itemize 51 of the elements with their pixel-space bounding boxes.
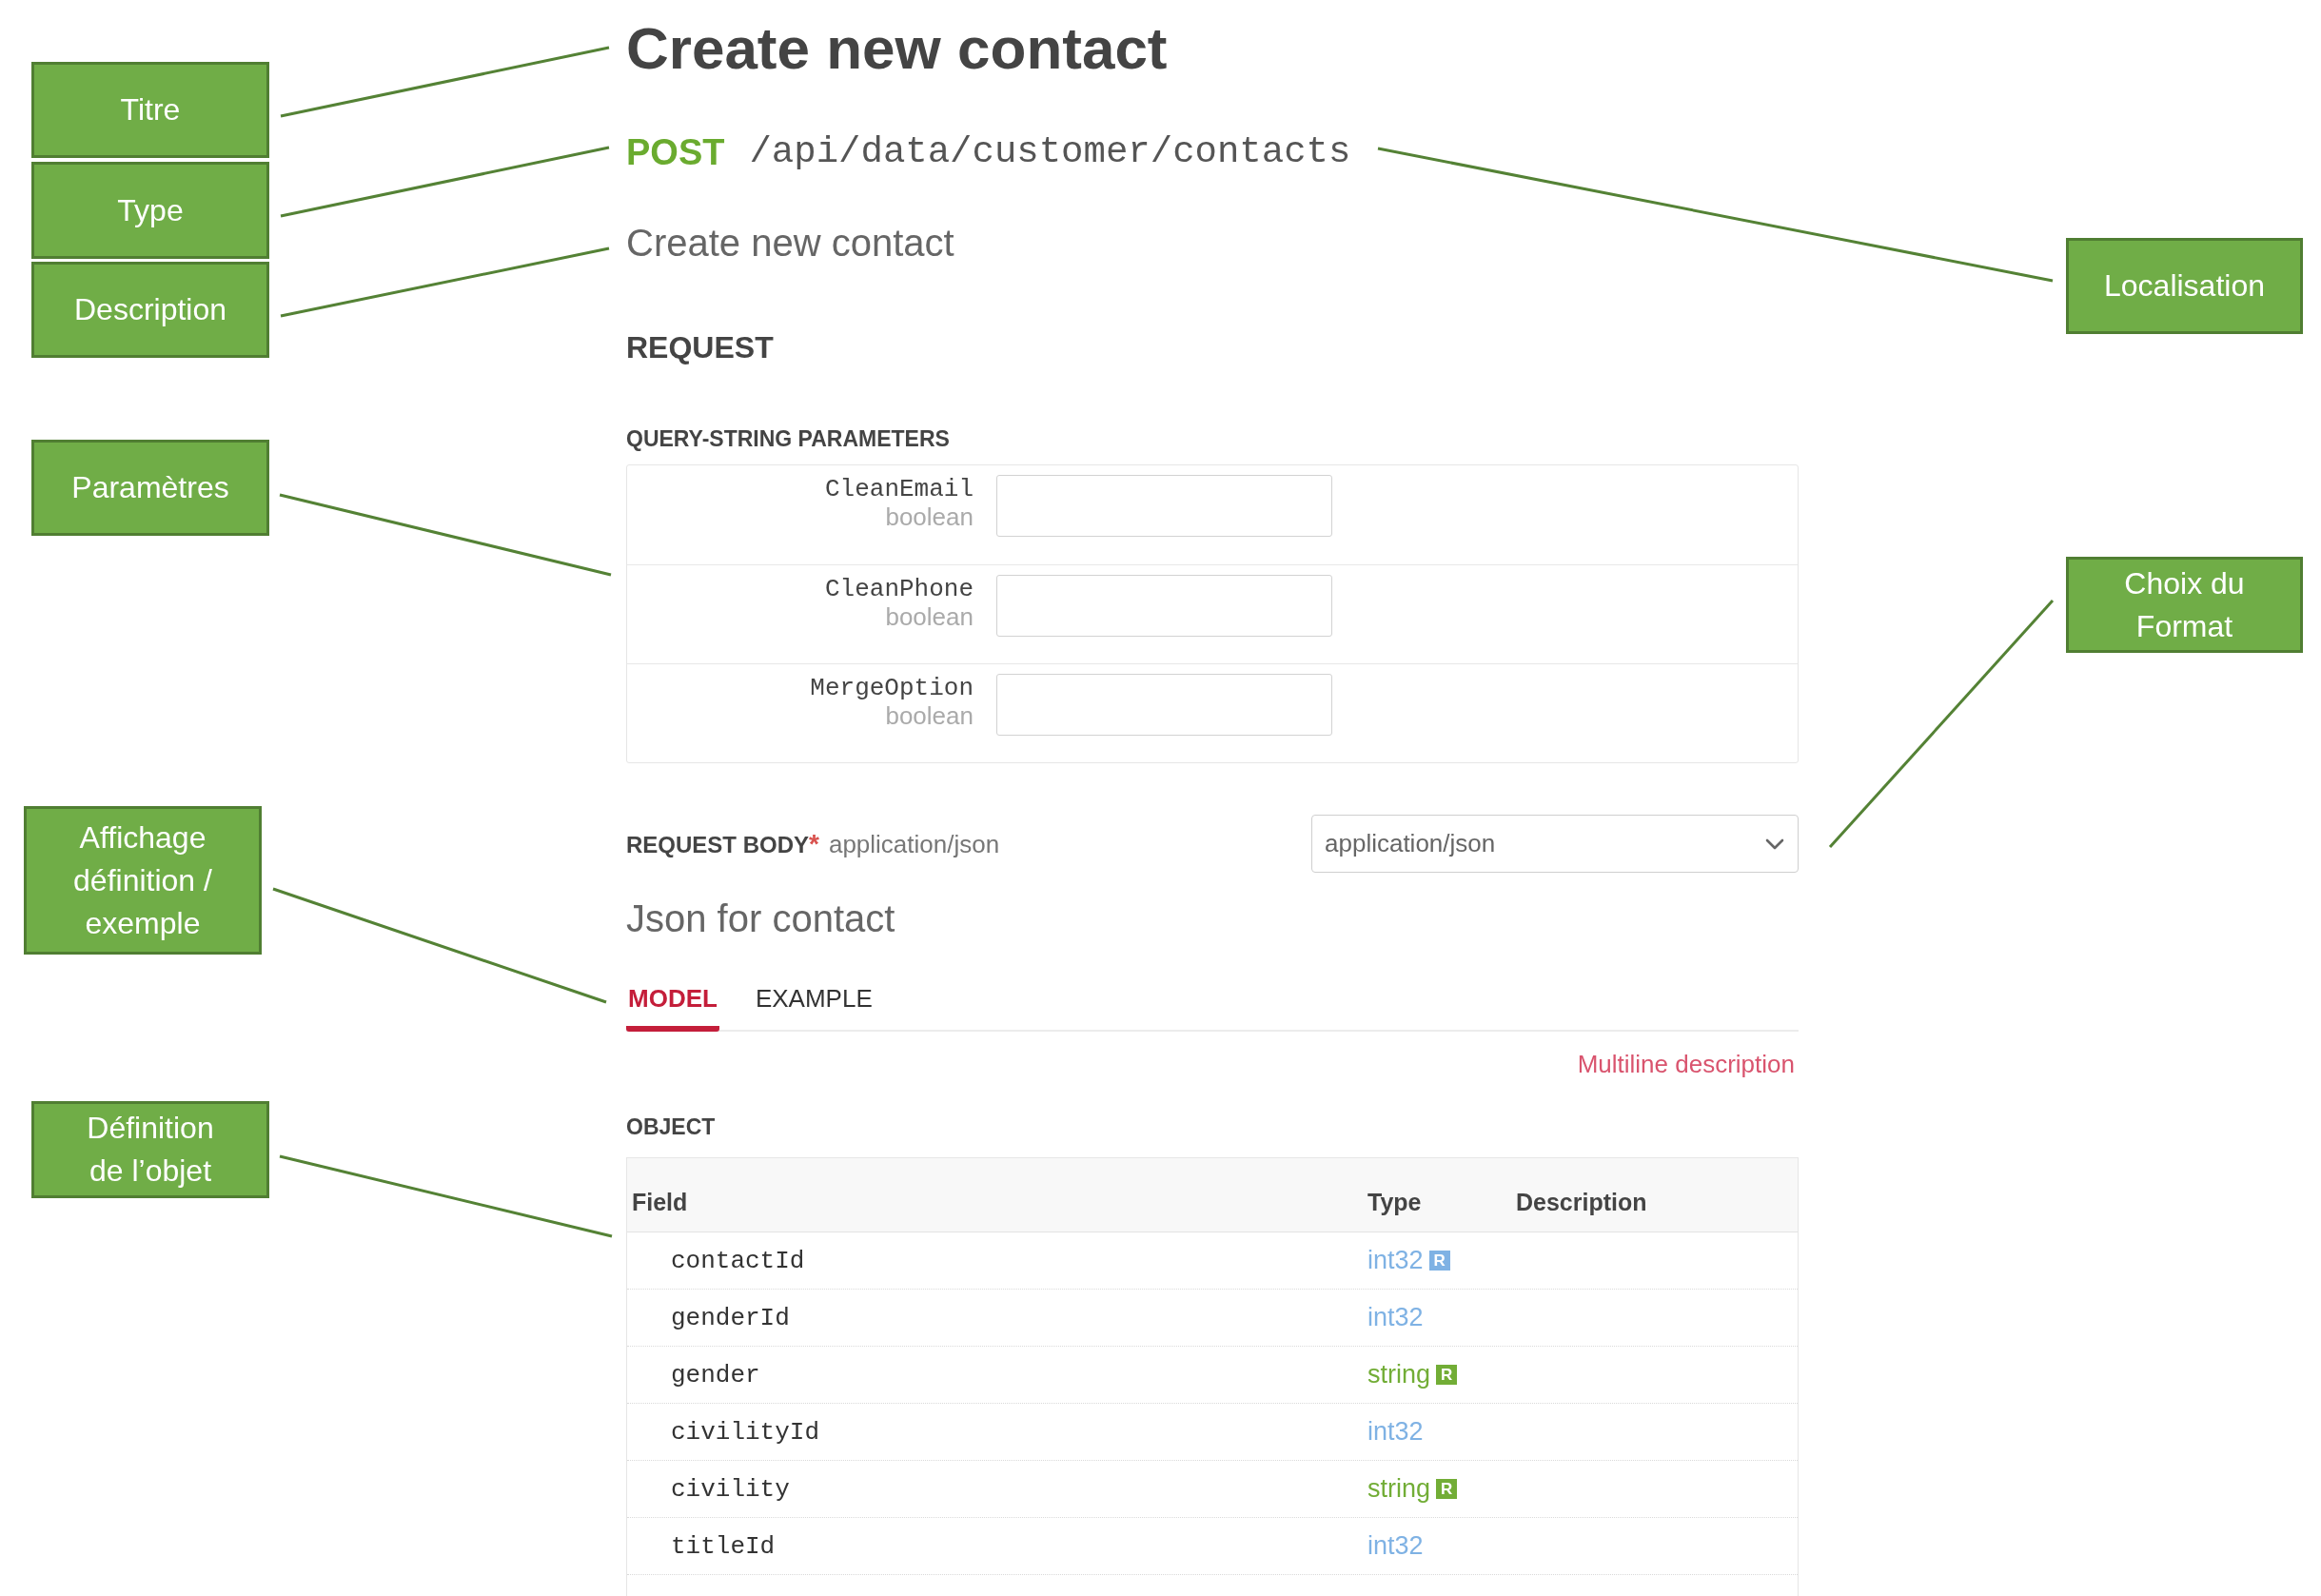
description-link[interactable]: Multiline description (1577, 1048, 1795, 1080)
table-cell: contactId (671, 1246, 805, 1275)
required-badge: R (1436, 1365, 1458, 1385)
param-input[interactable] (996, 575, 1332, 637)
endpoint-description: Create new contact (626, 221, 954, 266)
param-name: MergeOption (810, 674, 974, 702)
column-header: Description (1516, 1189, 1647, 1216)
annotation-callout: Type (31, 162, 269, 259)
endpoint-path: /api/data/customer/contacts (749, 130, 1351, 175)
section-heading: QUERY-STRING PARAMETERS (626, 425, 950, 453)
annotation-callout: Titre (31, 62, 269, 158)
format-select[interactable]: application/json (1311, 815, 1799, 873)
tab[interactable]: EXAMPLE (753, 983, 875, 1032)
table-cell: civility (671, 1474, 790, 1504)
annotation-callout: Choix du Format (2066, 557, 2303, 653)
param-type: boolean (885, 503, 974, 530)
content-type: application/json (828, 829, 1000, 859)
table-cell: gender (671, 1360, 760, 1389)
type-label: int32 (1367, 1303, 1424, 1332)
http-method: POST (626, 131, 725, 174)
column-header: Field (632, 1189, 688, 1216)
param-type: boolean (885, 702, 974, 729)
table-cell: civilityId (671, 1417, 820, 1447)
schema-title: Json for contact (626, 897, 895, 941)
param-input[interactable] (996, 674, 1332, 736)
type-label: int32 (1367, 1246, 1424, 1275)
annotation-callout: Affichage définition / exemple (24, 806, 262, 955)
required-badge: R (1428, 1251, 1450, 1271)
page-title: Create new contact (626, 14, 1168, 83)
column-header: Type (1367, 1189, 1422, 1216)
tab[interactable]: MODEL (626, 983, 719, 1032)
table-cell: titleId (671, 1531, 776, 1561)
type-label: int32 (1367, 1531, 1424, 1561)
table-cell: genderId (671, 1303, 790, 1332)
annotation-callout: Paramètres (31, 440, 269, 536)
param-input[interactable] (996, 475, 1332, 537)
required-asterisk: * (809, 828, 819, 859)
chevron-down-icon (1765, 837, 1784, 850)
body-label: REQUEST BODY (626, 831, 810, 858)
annotation-callout: Définition de l’objet (31, 1101, 269, 1198)
param-name: CleanEmail (824, 475, 974, 503)
type-label: string (1367, 1360, 1431, 1389)
type-label: string (1367, 1474, 1431, 1504)
annotation-callout: Localisation (2066, 238, 2303, 334)
section-heading: OBJECT (626, 1113, 716, 1141)
section-heading: REQUEST (626, 329, 774, 366)
required-badge: R (1436, 1479, 1458, 1499)
type-label: int32 (1367, 1417, 1424, 1447)
param-type: boolean (885, 603, 974, 630)
param-name: CleanPhone (824, 575, 974, 603)
annotation-callout: Description (31, 262, 269, 358)
